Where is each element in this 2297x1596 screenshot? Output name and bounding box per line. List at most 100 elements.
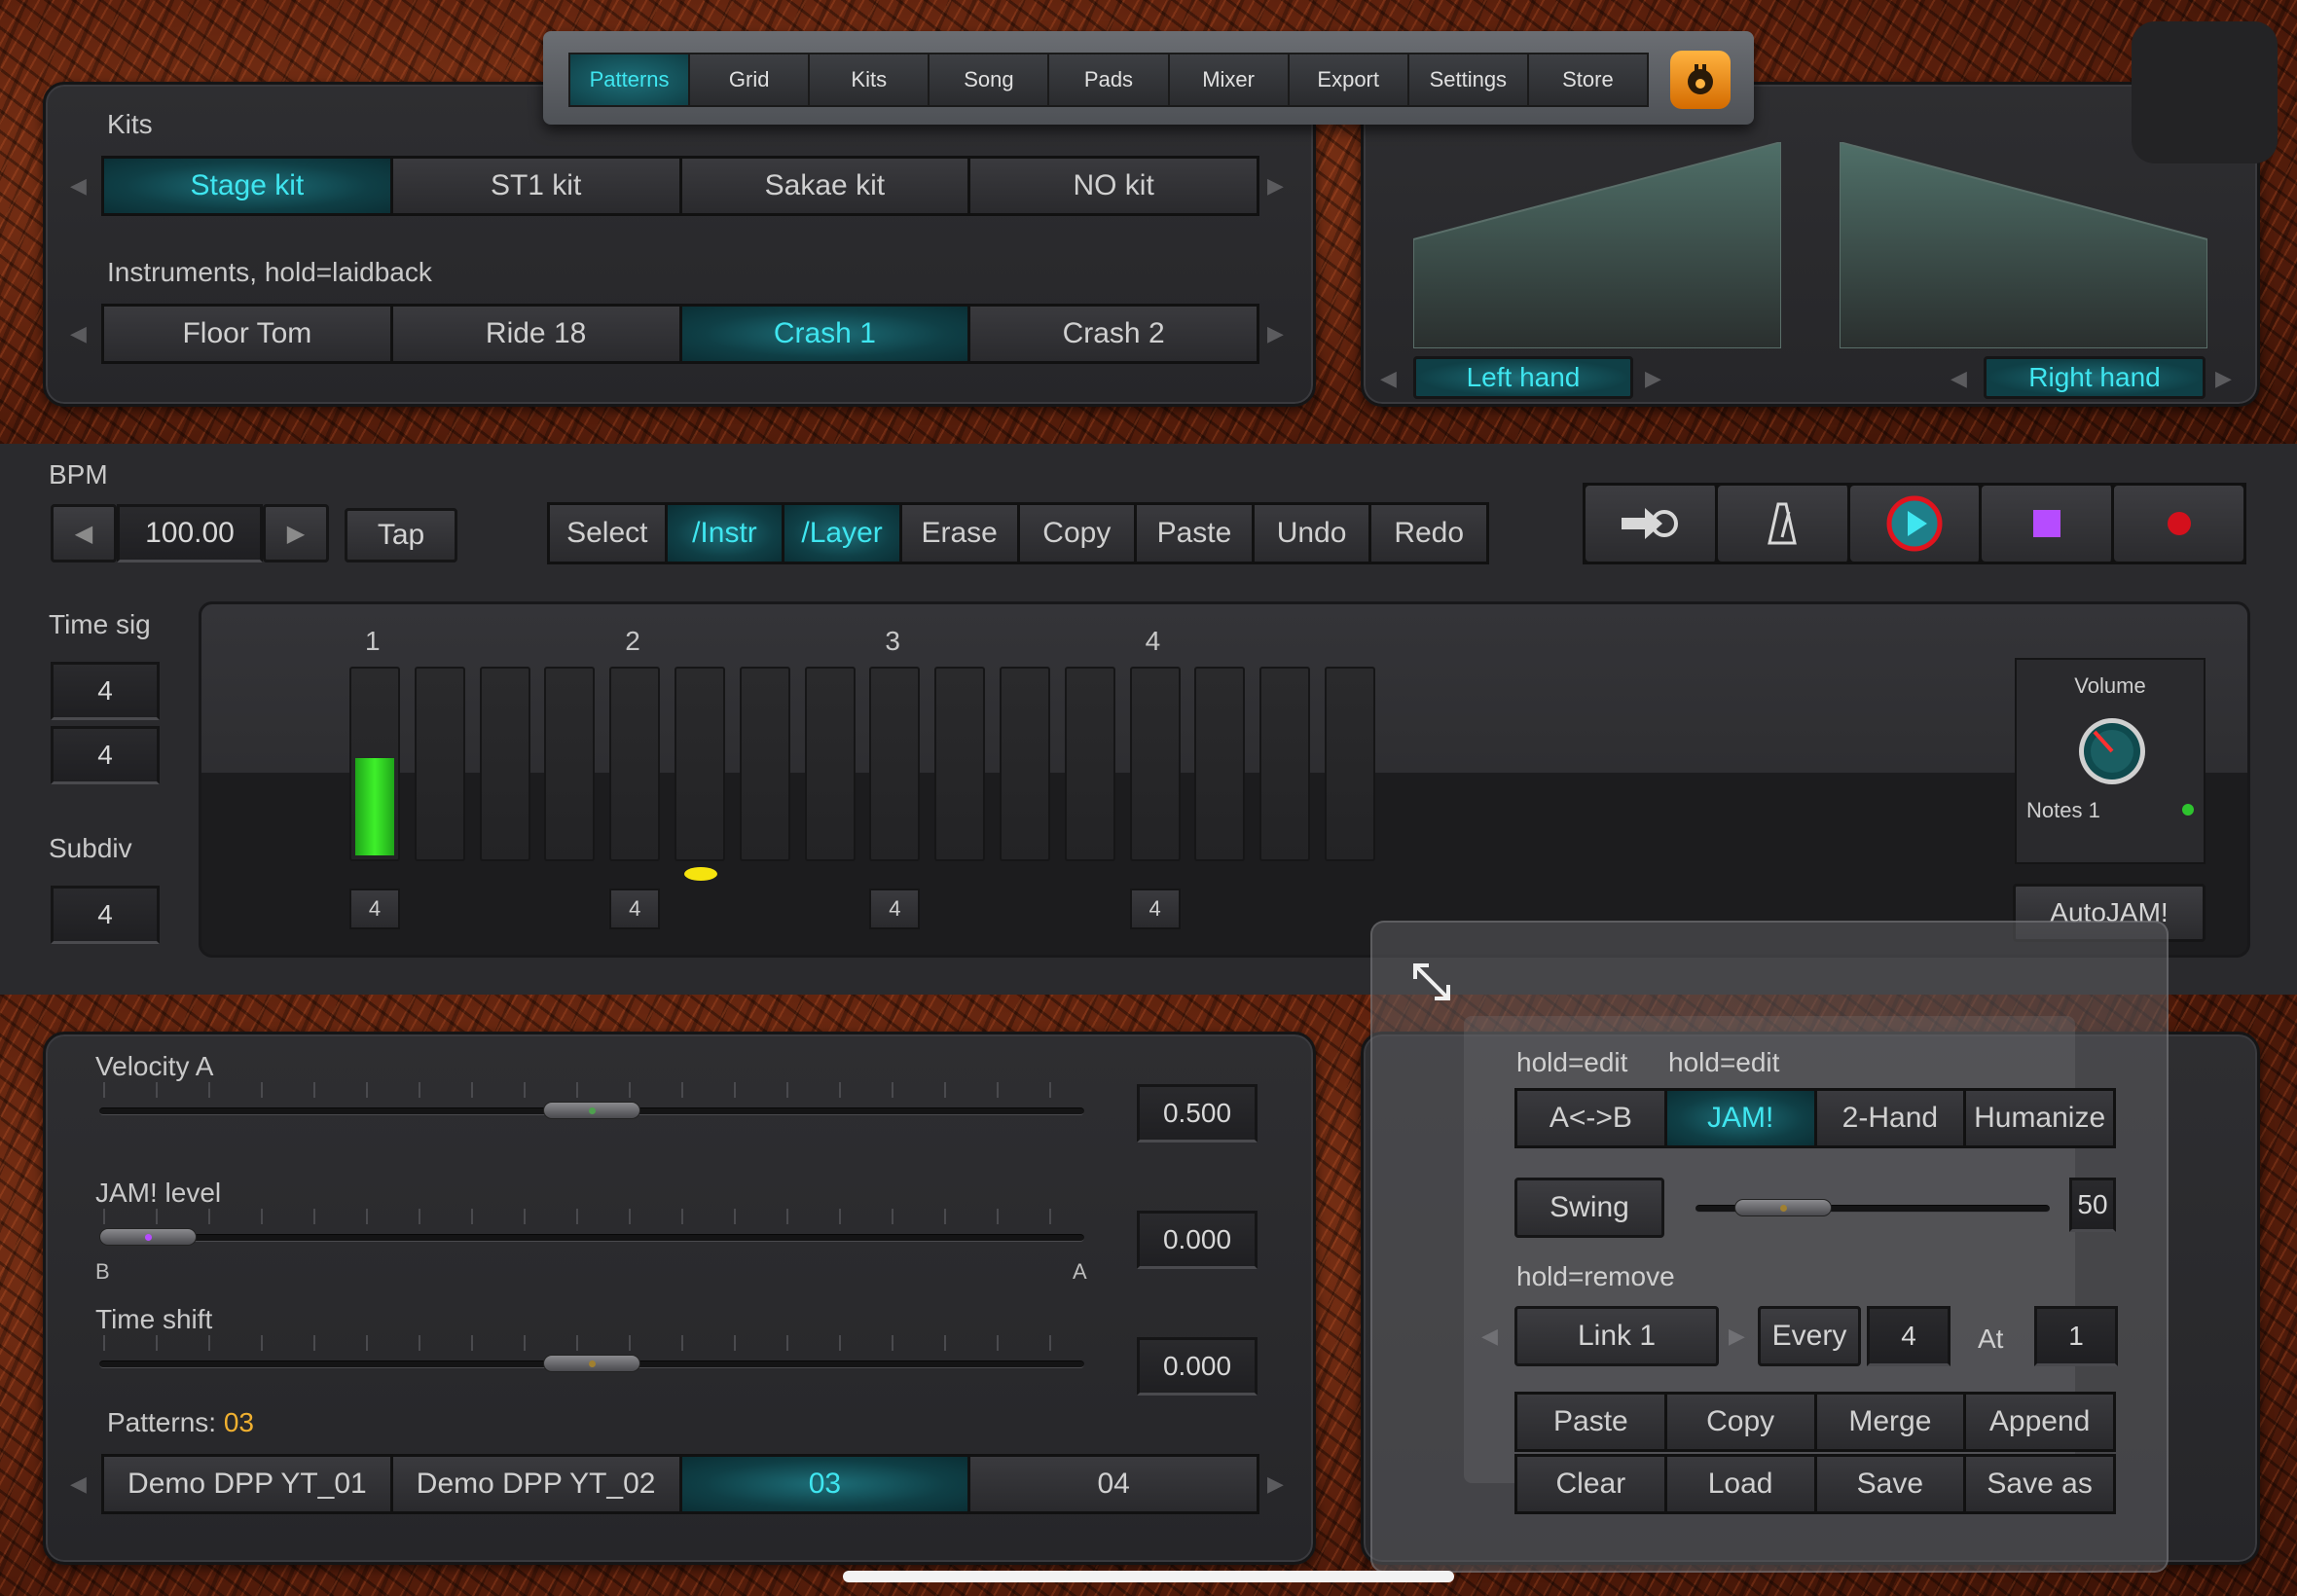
stop-button[interactable] bbox=[1982, 486, 2115, 562]
every-button[interactable]: Every bbox=[1758, 1306, 1861, 1366]
velocity-value-field[interactable]: 0.500 bbox=[1137, 1084, 1258, 1143]
append-pattern-button[interactable]: Append bbox=[1966, 1395, 2113, 1449]
corner-pad[interactable] bbox=[2132, 21, 2278, 163]
every-value-field[interactable]: 4 bbox=[1867, 1306, 1951, 1366]
home-indicator[interactable] bbox=[843, 1571, 1454, 1582]
right-hand-selector[interactable]: Right hand bbox=[1984, 356, 2206, 399]
mode-a-b-button[interactable]: A<->B bbox=[1517, 1091, 1667, 1145]
beat-subdiv-button[interactable]: 4 bbox=[349, 889, 400, 929]
select-tool-button[interactable]: Select bbox=[550, 505, 668, 562]
paste-pattern-button[interactable]: Paste bbox=[1517, 1395, 1667, 1449]
mode-2-hand-button[interactable]: 2-Hand bbox=[1816, 1091, 1967, 1145]
undo-tool-button[interactable]: Undo bbox=[1254, 505, 1372, 562]
instrument-button[interactable]: Crash 1 bbox=[681, 307, 971, 361]
bpm-decrease-button[interactable]: ◀ bbox=[51, 504, 117, 562]
pattern-button[interactable]: Demo DPP YT_01 bbox=[104, 1457, 393, 1511]
right-hand-next-arrow[interactable]: ▶ bbox=[2215, 366, 2232, 391]
subdiv-field[interactable]: 4 bbox=[51, 886, 160, 944]
swing-value-field[interactable]: 50 bbox=[2069, 1178, 2116, 1232]
time-shift-value-field[interactable]: 0.000 bbox=[1137, 1337, 1258, 1396]
grid-step[interactable] bbox=[609, 667, 661, 861]
grid-step[interactable] bbox=[739, 667, 790, 861]
left-hand-selector[interactable]: Left hand bbox=[1413, 356, 1633, 399]
instrument-button[interactable]: Crash 2 bbox=[970, 307, 1257, 361]
play-button[interactable] bbox=[1849, 486, 1983, 562]
grid-step[interactable] bbox=[1325, 667, 1375, 861]
record-button[interactable] bbox=[2114, 486, 2243, 562]
link-next-arrow[interactable]: ▶ bbox=[1729, 1324, 1745, 1349]
kit-button[interactable]: NO kit bbox=[970, 159, 1257, 213]
save-pattern-button[interactable]: Save bbox=[1816, 1457, 1967, 1511]
tab-export[interactable]: Export bbox=[1289, 54, 1409, 105]
left-hand-pad[interactable] bbox=[1413, 142, 1781, 348]
bpm-increase-button[interactable]: ▶ bbox=[263, 504, 329, 562]
time-sig-top-field[interactable]: 4 bbox=[51, 662, 160, 720]
grid-step[interactable] bbox=[1259, 667, 1311, 861]
swing-button[interactable]: Swing bbox=[1514, 1178, 1664, 1238]
instruments-prev-arrow[interactable]: ◀ bbox=[70, 321, 87, 346]
velocity-slider-thumb[interactable] bbox=[543, 1102, 640, 1119]
tab-pads[interactable]: Pads bbox=[1049, 54, 1170, 105]
instr-tool-button[interactable]: /Instr bbox=[667, 505, 785, 562]
patterns-next-arrow[interactable]: ▶ bbox=[1267, 1471, 1284, 1497]
load-pattern-button[interactable]: Load bbox=[1666, 1457, 1817, 1511]
patterns-prev-arrow[interactable]: ◀ bbox=[70, 1471, 87, 1497]
tab-patterns[interactable]: Patterns bbox=[570, 54, 691, 105]
grid-step[interactable] bbox=[414, 667, 465, 861]
volume-knob[interactable] bbox=[2075, 714, 2149, 788]
grid-step[interactable] bbox=[1000, 667, 1050, 861]
mode-humanize-button[interactable]: Humanize bbox=[1966, 1091, 2113, 1145]
pattern-button[interactable]: 04 bbox=[970, 1457, 1257, 1511]
grid-step[interactable] bbox=[349, 667, 400, 861]
jam-level-track[interactable] bbox=[99, 1234, 1084, 1242]
mode-jam-button[interactable]: JAM! bbox=[1666, 1091, 1817, 1145]
grid-step[interactable] bbox=[544, 667, 596, 861]
time-shift-slider-thumb[interactable] bbox=[543, 1355, 640, 1372]
pattern-button[interactable]: Demo DPP YT_02 bbox=[392, 1457, 682, 1511]
kit-button[interactable]: ST1 kit bbox=[392, 159, 682, 213]
grid-step[interactable] bbox=[1064, 667, 1115, 861]
kits-next-arrow[interactable]: ▶ bbox=[1267, 173, 1284, 199]
at-value-field[interactable]: 1 bbox=[2034, 1306, 2118, 1366]
grid-step[interactable] bbox=[675, 667, 725, 861]
app-logo-icon[interactable] bbox=[1670, 51, 1731, 109]
kit-button[interactable]: Sakae kit bbox=[681, 159, 971, 213]
beat-subdiv-button[interactable]: 4 bbox=[609, 889, 661, 929]
jam-level-value-field[interactable]: 0.000 bbox=[1137, 1211, 1258, 1269]
tab-mixer[interactable]: Mixer bbox=[1169, 54, 1290, 105]
instrument-button[interactable]: Ride 18 bbox=[392, 307, 682, 361]
right-hand-pad[interactable] bbox=[1840, 142, 2207, 348]
expand-icon[interactable] bbox=[1409, 960, 1454, 1004]
grid-step[interactable] bbox=[869, 667, 921, 861]
instruments-next-arrow[interactable]: ▶ bbox=[1267, 321, 1284, 346]
merge-pattern-button[interactable]: Merge bbox=[1816, 1395, 1967, 1449]
save-as-pattern-button[interactable]: Save as bbox=[1966, 1457, 2113, 1511]
layer-tool-button[interactable]: /Layer bbox=[784, 505, 902, 562]
right-hand-prev-arrow[interactable]: ◀ bbox=[1951, 366, 1967, 391]
swing-slider-thumb[interactable] bbox=[1733, 1199, 1832, 1216]
link-selector[interactable]: Link 1 bbox=[1514, 1306, 1719, 1366]
instrument-button[interactable]: Floor Tom bbox=[104, 307, 393, 361]
redo-tool-button[interactable]: Redo bbox=[1371, 505, 1486, 562]
count-in-button[interactable] bbox=[1586, 486, 1718, 562]
paste-tool-button[interactable]: Paste bbox=[1137, 505, 1255, 562]
clear-pattern-button[interactable]: Clear bbox=[1517, 1457, 1667, 1511]
jam-level-slider-thumb[interactable] bbox=[99, 1228, 197, 1246]
grid-step[interactable] bbox=[934, 667, 986, 861]
tab-store[interactable]: Store bbox=[1528, 54, 1647, 105]
grid-step[interactable] bbox=[479, 667, 530, 861]
grid-step[interactable] bbox=[1194, 667, 1246, 861]
left-hand-prev-arrow[interactable]: ◀ bbox=[1380, 366, 1397, 391]
tab-grid[interactable]: Grid bbox=[690, 54, 811, 105]
bpm-value-field[interactable]: 100.00 bbox=[117, 504, 263, 562]
time-sig-bottom-field[interactable]: 4 bbox=[51, 726, 160, 784]
link-prev-arrow[interactable]: ◀ bbox=[1481, 1324, 1498, 1349]
tab-song[interactable]: Song bbox=[930, 54, 1050, 105]
metronome-button[interactable] bbox=[1717, 486, 1850, 562]
tab-settings[interactable]: Settings bbox=[1408, 54, 1529, 105]
beat-subdiv-button[interactable]: 4 bbox=[1129, 889, 1181, 929]
pattern-button[interactable]: 03 bbox=[681, 1457, 971, 1511]
grid-step[interactable] bbox=[804, 667, 856, 861]
kits-prev-arrow[interactable]: ◀ bbox=[70, 173, 87, 199]
kit-button[interactable]: Stage kit bbox=[104, 159, 393, 213]
